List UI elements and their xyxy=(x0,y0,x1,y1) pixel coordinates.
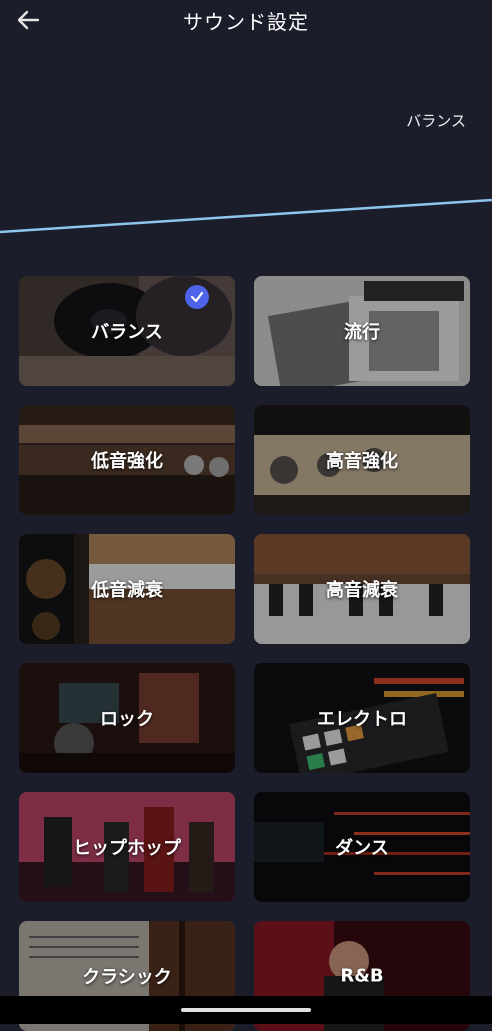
preset-label: ダンス xyxy=(335,838,389,859)
equalizer-curve xyxy=(0,198,492,234)
preset-tile-rock[interactable]: ロック xyxy=(19,663,235,773)
preset-label: バランス xyxy=(91,322,163,343)
preset-label: クラシック xyxy=(82,967,172,988)
system-nav-bar xyxy=(0,996,492,1024)
preset-tile-hiphop[interactable]: ヒップホップ xyxy=(19,792,235,902)
preset-grid: バランス 流行 低音強化 高音強化 低音減衰 高音減衰 ロック エレクトロ ヒッ… xyxy=(19,276,470,1031)
preset-tile-bass-boost[interactable]: 低音強化 xyxy=(19,405,235,515)
preset-label: 流行 xyxy=(344,322,380,343)
preset-label: 高音強化 xyxy=(326,451,398,472)
preset-tile-treble-reduce[interactable]: 高音減衰 xyxy=(254,534,470,644)
current-preset-label: バランス xyxy=(406,112,466,130)
preset-tile-electro[interactable]: エレクトロ xyxy=(254,663,470,773)
preset-label: エレクトロ xyxy=(317,709,407,730)
home-gesture-handle[interactable] xyxy=(181,1008,311,1012)
preset-label: ヒップホップ xyxy=(73,838,181,859)
preset-label: 低音減衰 xyxy=(91,580,163,601)
preset-label: R&B xyxy=(340,965,384,987)
preset-tile-treble-boost[interactable]: 高音強化 xyxy=(254,405,470,515)
page-title: サウンド設定 xyxy=(183,10,309,34)
preset-tile-dance[interactable]: ダンス xyxy=(254,792,470,902)
selected-check-badge xyxy=(185,285,209,309)
check-icon xyxy=(190,291,204,303)
preset-tile-balance[interactable]: バランス xyxy=(19,276,235,386)
preset-tile-pop[interactable]: 流行 xyxy=(254,276,470,386)
preset-label: 高音減衰 xyxy=(326,580,398,601)
preset-tile-bass-reduce[interactable]: 低音減衰 xyxy=(19,534,235,644)
top-bar: サウンド設定 xyxy=(0,0,492,40)
preset-label: ロック xyxy=(100,709,154,730)
preset-label: 低音強化 xyxy=(91,451,163,472)
